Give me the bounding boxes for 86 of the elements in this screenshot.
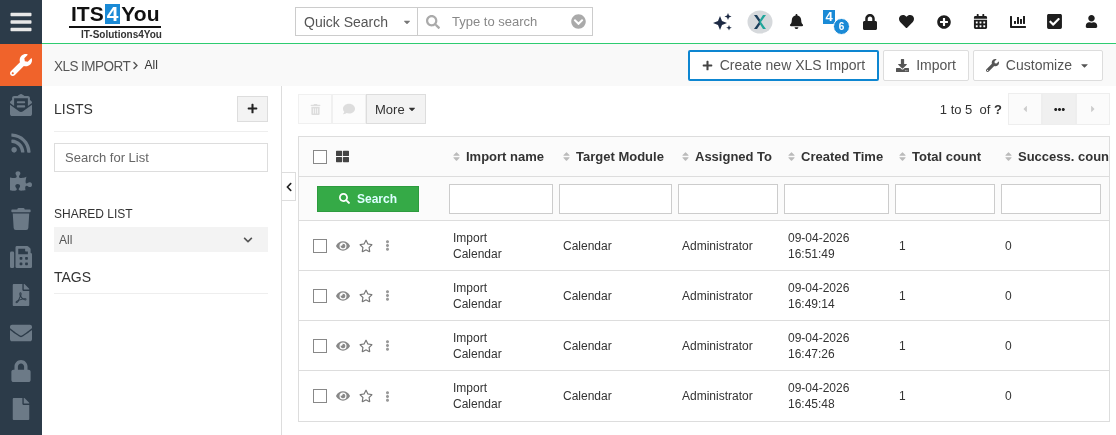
star-icon[interactable] (359, 288, 373, 303)
eye-icon[interactable] (336, 238, 350, 253)
row-checkbox[interactable] (313, 389, 327, 403)
filter-field[interactable] (784, 183, 889, 214)
table-cell-text: Calendar (562, 389, 613, 403)
trash-icon (309, 103, 321, 115)
eye-icon[interactable] (336, 288, 350, 303)
table-cell-text: 0 (1004, 238, 1013, 253)
row-checkbox[interactable] (313, 288, 327, 303)
customize-button[interactable]: Customize (972, 49, 1103, 81)
plus-icon (701, 59, 713, 71)
column-header[interactable]: Success. coun (1018, 149, 1110, 164)
search-icon (339, 193, 350, 204)
shared-list-select[interactable]: All (54, 227, 268, 252)
shared-list-heading: SHARED LIST (54, 207, 134, 221)
column-header[interactable]: Created Time (801, 149, 884, 164)
table-cell-text: Administrator (681, 288, 754, 303)
list-search-field[interactable]: Search for List (54, 143, 268, 172)
filter-field[interactable] (678, 183, 778, 214)
table-cell-text: 1 (898, 238, 907, 253)
table-cell-text: Calendar (562, 338, 613, 353)
create-button[interactable]: Create new XLS Import (687, 49, 880, 81)
page-menu-button[interactable] (1042, 93, 1076, 125)
page-range: 1 to 5 of ? (939, 101, 1002, 117)
search-icon (426, 14, 440, 29)
table-cell-text: Import Calendar (452, 279, 503, 312)
table-cell-text: Import Calendar (452, 229, 503, 262)
column-header[interactable]: Assigned To (695, 149, 773, 164)
row-checkbox[interactable] (313, 338, 327, 353)
download-icon (896, 58, 910, 72)
sort-icon[interactable] (561, 151, 572, 162)
grid-icon[interactable] (336, 150, 349, 163)
table-cell-text: 09-04-2026 16:47:26 (787, 329, 851, 362)
table-cell-text: 1 (898, 288, 907, 303)
eye-icon[interactable] (336, 389, 350, 403)
column-header[interactable]: Target Module (576, 149, 664, 164)
table-cell-text: Administrator (681, 238, 754, 253)
table-cell-text: 09-04-2026 16:49:14 (787, 279, 851, 312)
sort-icon[interactable] (786, 151, 797, 162)
select-all-checkbox[interactable] (313, 149, 327, 164)
table-cell-text: 1 (898, 389, 907, 403)
table-cell-text: 0 (1004, 338, 1013, 353)
sort-icon[interactable] (680, 151, 691, 162)
filter-field[interactable] (895, 183, 995, 214)
filter-field[interactable] (449, 183, 553, 214)
more-button[interactable]: More (366, 94, 426, 124)
table-cell-text: Calendar (562, 288, 613, 303)
row-checkbox[interactable] (313, 238, 327, 253)
table-cell-text: Administrator (681, 338, 754, 353)
table-cell-text: Import Calendar (452, 380, 503, 412)
column-header[interactable]: Total count (912, 149, 982, 164)
tags-heading: TAGS (54, 269, 92, 285)
notification-button[interactable]: 4 6 (815, 9, 851, 34)
table-cell-text: 09-04-2026 16:51:49 (787, 229, 851, 262)
chevron-right-icon (130, 60, 140, 70)
sort-icon[interactable] (1003, 151, 1014, 162)
search-box[interactable]: Type to search (418, 7, 593, 36)
lists-heading: LISTS (54, 100, 93, 117)
import-button[interactable]: Import (883, 49, 969, 81)
plus-icon (247, 103, 258, 114)
module-title[interactable]: XLS IMPORT (54, 56, 131, 74)
collapse-button[interactable] (282, 172, 296, 201)
star-icon[interactable] (359, 238, 373, 253)
table-cell-text: Import Calendar (452, 329, 503, 362)
table-cell-text: Calendar (562, 238, 613, 253)
table-cell-text: 0 (1004, 389, 1013, 403)
table-cell-text: 0 (1004, 288, 1013, 303)
breadcrumb-view[interactable]: All (144, 58, 158, 72)
star-icon[interactable] (359, 389, 373, 403)
logo[interactable]: ITS4You (69, 3, 162, 28)
add-list-button[interactable] (237, 95, 268, 122)
wrench-icon (985, 58, 999, 72)
quick-search-select[interactable]: Quick Search (295, 7, 418, 36)
chevron-down-icon (243, 234, 253, 245)
table-cell-text: 1 (898, 338, 907, 353)
logo-tagline: IT-Solutions4You (81, 29, 162, 40)
column-header[interactable]: Import name (466, 149, 544, 164)
sort-icon[interactable] (897, 151, 908, 162)
speech-bubble-icon (343, 103, 355, 115)
star-icon[interactable] (359, 338, 373, 353)
filter-field[interactable] (1001, 183, 1101, 214)
eye-icon[interactable] (336, 338, 350, 353)
filter-field[interactable] (559, 183, 672, 214)
sort-icon[interactable] (451, 151, 462, 162)
table-cell-text: Administrator (681, 389, 754, 403)
table-cell-text: 09-04-2026 16:45:48 (787, 380, 851, 412)
